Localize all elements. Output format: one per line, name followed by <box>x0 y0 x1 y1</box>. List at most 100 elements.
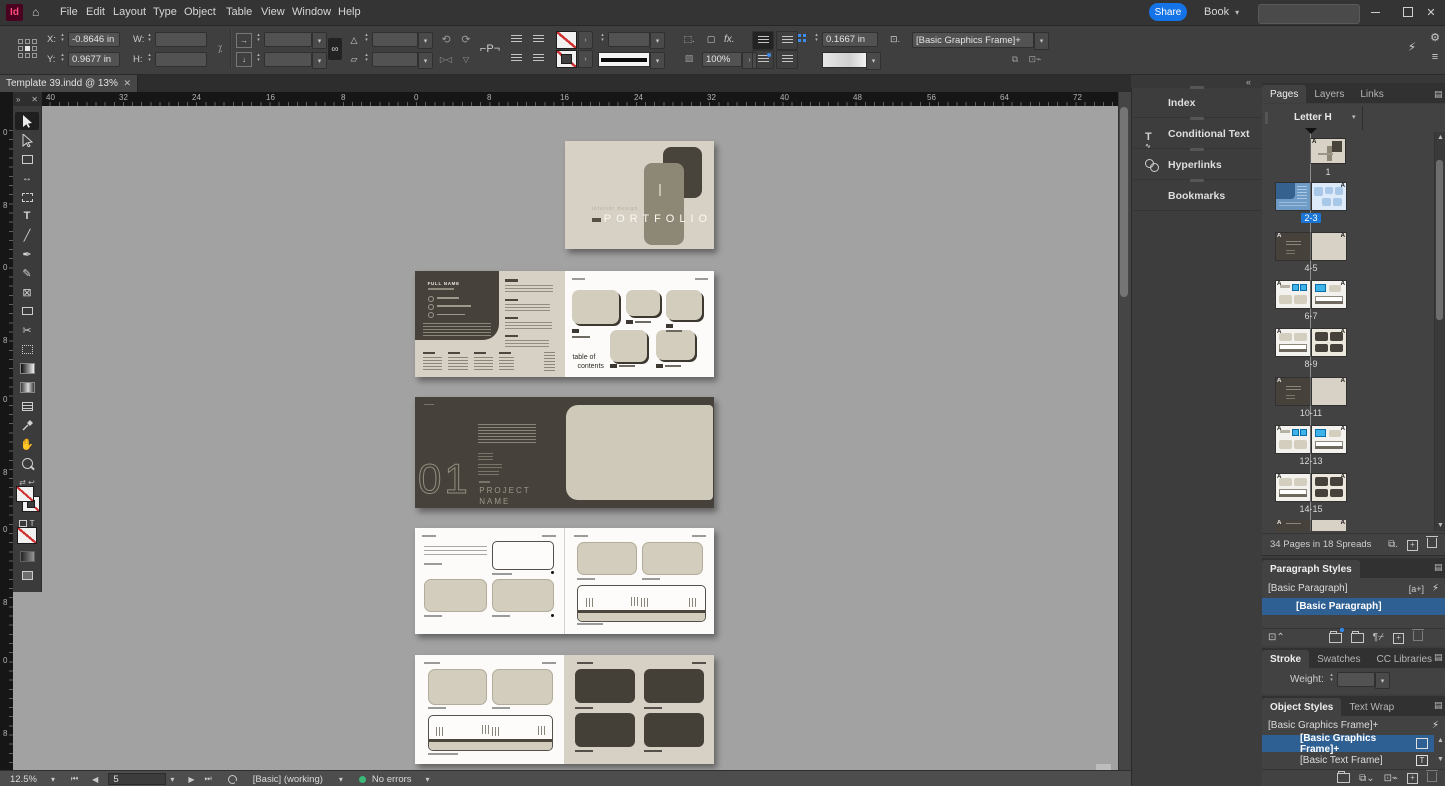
pages-thumbnail-partial[interactable]: A A <box>1276 520 1346 531</box>
canvas-scrollbar-thumb[interactable] <box>1120 107 1128 297</box>
stroke-style-dropdown[interactable]: ▾ <box>650 52 665 69</box>
clear-overrides-icon[interactable]: ⧉ <box>1008 53 1022 65</box>
toc-thumb-5[interactable] <box>656 330 695 360</box>
free-transform-tool[interactable] <box>15 340 39 358</box>
rotate-ccw-icon[interactable]: ⟲ <box>438 32 454 47</box>
page-dropdown-icon[interactable]: ▾ <box>170 775 174 784</box>
zoom-dropdown-icon[interactable]: ▾ <box>51 775 55 784</box>
master-page-row[interactable]: Letter H ▾ <box>1262 104 1445 133</box>
constrain-dimensions-icon[interactable]: ⁒ <box>213 40 227 58</box>
page-3[interactable]: table ofcontents <box>565 271 714 377</box>
object-style-row-text[interactable]: [Basic Text Frame] T <box>1262 752 1434 769</box>
pages-label-2-3[interactable]: 2-3 <box>1276 213 1346 223</box>
tools-close-icon[interactable]: ✕ <box>31 95 38 104</box>
project-image-frame[interactable] <box>566 405 713 500</box>
panel-button-bookmarks[interactable]: Bookmarks <box>1133 181 1261 211</box>
page-tool[interactable] <box>15 150 39 168</box>
document-tab[interactable]: Template 39.indd @ 13% ✕ <box>0 75 138 92</box>
pen-tool[interactable]: ✒ <box>15 245 39 263</box>
menu-view[interactable]: View <box>261 6 285 18</box>
toc-thumb-3[interactable] <box>666 290 702 320</box>
clear-attributes-icon[interactable]: ⊡⌁ <box>1384 773 1398 784</box>
corner-shape-icon[interactable]: ▢ <box>704 33 718 46</box>
cc-libraries-sync-icon[interactable] <box>1329 630 1342 646</box>
hand-tool[interactable]: ✋ <box>15 435 39 453</box>
image-frame[interactable] <box>492 579 554 612</box>
search-input[interactable] <box>1258 4 1360 24</box>
spread-4-5[interactable]: 01 PROJECTNAME <box>415 397 714 508</box>
reference-point-proxy[interactable] <box>18 39 37 58</box>
y-field[interactable]: 0.9677 in <box>68 52 120 67</box>
paragraph-mark-icon[interactable]: ¶⌿ <box>1373 632 1384 643</box>
y-stepper[interactable] <box>58 53 67 62</box>
pages-label-12-13[interactable]: 12-13 <box>1276 456 1346 466</box>
select-container-p-button[interactable]: ⌐P¬ <box>481 38 499 60</box>
scroll-down-icon[interactable]: ▼ <box>1437 522 1444 529</box>
close-button[interactable]: ✕ <box>1417 0 1445 24</box>
rotation-field[interactable] <box>372 32 418 47</box>
preflight-dropdown-icon[interactable]: ▾ <box>339 775 343 784</box>
style-lightning-icon[interactable]: ⚡ <box>1432 720 1439 731</box>
shear-field[interactable] <box>372 52 418 67</box>
next-page-icon[interactable]: ▶ <box>188 775 194 784</box>
rotate-cw-icon[interactable]: ⟳ <box>458 32 474 47</box>
menu-file[interactable]: File <box>60 6 78 18</box>
h-field[interactable] <box>155 52 207 67</box>
tab-pages[interactable]: Pages <box>1262 85 1306 103</box>
preflight-gauge-icon[interactable] <box>228 775 237 784</box>
pages-thumbnail-12-13[interactable]: A A <box>1276 426 1346 453</box>
gap-field[interactable]: 0.1667 in <box>822 32 878 47</box>
menu-type[interactable]: Type <box>153 6 177 18</box>
share-button[interactable]: Share <box>1149 3 1187 21</box>
flip-horizontal-icon[interactable]: ▷◁ <box>438 52 454 67</box>
pages-label-4-5[interactable]: 4-5 <box>1276 263 1346 273</box>
panel-button-conditional-text[interactable]: T Conditional Text <box>1133 119 1261 149</box>
vertical-ruler[interactable] <box>0 92 14 770</box>
x-stepper[interactable] <box>58 33 67 42</box>
content-collector-tool[interactable] <box>15 188 39 206</box>
direct-selection-tool[interactable] <box>15 131 39 149</box>
new-spread-icon[interactable]: + <box>1407 539 1418 551</box>
master-chevron-icon[interactable]: ▾ <box>1352 113 1356 121</box>
pasteboard-canvas[interactable]: interior design PORTFOLIO FULL NAME <box>13 106 1118 770</box>
scissors-tool[interactable]: ✂ <box>15 321 39 339</box>
cover-taupe-shape[interactable] <box>644 163 684 245</box>
tools-panel-header[interactable]: »✕ <box>13 92 41 106</box>
tab-swatches[interactable]: Swatches <box>1309 650 1368 668</box>
shear-stepper[interactable] <box>362 53 371 62</box>
object-styles-menu-icon[interactable]: ▤ <box>1434 700 1443 711</box>
image-frame[interactable] <box>424 579 487 612</box>
panel-menu-icon[interactable]: ≡ <box>1428 50 1442 64</box>
page-6[interactable] <box>415 528 565 634</box>
image-frame[interactable] <box>642 542 702 575</box>
align-distribute-icon-2[interactable] <box>530 33 546 46</box>
fill-swatch-none[interactable] <box>556 31 577 49</box>
gap-tool[interactable]: ↔ <box>15 169 39 187</box>
frame-fitting-icon[interactable] <box>798 34 806 42</box>
stroke-weight-field[interactable] <box>608 32 650 47</box>
outlined-frame[interactable] <box>492 541 554 571</box>
elevation-frame[interactable] <box>577 585 706 622</box>
tab-cc-libraries[interactable]: CC Libraries <box>1368 650 1440 668</box>
pages-thumbnail-8-9[interactable]: A A <box>1276 329 1346 356</box>
edit-page-size-icon[interactable]: ⧉. <box>1388 539 1398 550</box>
rectangle-tool[interactable] <box>15 302 39 320</box>
opacity-field[interactable]: 100% <box>702 52 742 67</box>
menu-object[interactable]: Object <box>184 6 216 18</box>
image-frame-dark[interactable] <box>644 713 704 747</box>
stroke-style-swatch[interactable] <box>598 52 650 67</box>
paragraph-style-row[interactable]: [Basic Paragraph] <box>1262 598 1445 615</box>
image-frame[interactable] <box>577 542 637 575</box>
object-style-dropdown[interactable]: ▾ <box>1034 32 1049 50</box>
previous-page-icon[interactable]: ◀ <box>92 775 98 784</box>
eyedropper-tool[interactable] <box>15 416 39 434</box>
stroke-menu-icon[interactable]: ▤ <box>1434 652 1443 663</box>
pages-label-6-7[interactable]: 6-7 <box>1276 311 1346 321</box>
screen-mode-button[interactable] <box>15 566 39 584</box>
style-group-folder-icon[interactable] <box>1337 770 1350 786</box>
gear-icon[interactable]: ⚙ <box>1428 30 1442 44</box>
selection-tool[interactable] <box>15 112 39 130</box>
tab-object-styles[interactable]: Object Styles <box>1262 698 1341 716</box>
delete-style-icon[interactable] <box>1427 772 1437 785</box>
toc-thumb-1[interactable] <box>572 290 618 324</box>
